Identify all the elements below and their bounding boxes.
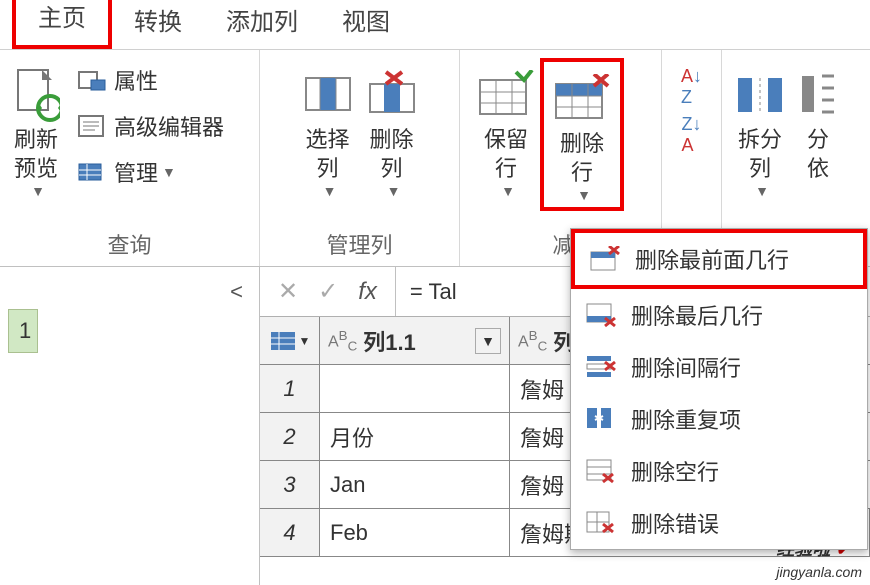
remove-top-icon [587,244,623,274]
editor-icon [76,112,108,140]
tab-home[interactable]: 主页 [12,0,112,49]
choose-columns-button[interactable]: 选择 列 ▼ [296,58,360,203]
table-icon [269,330,297,352]
remove-rows-button[interactable]: 删除 行 ▼ [540,58,624,211]
split-icon [734,62,786,126]
row-number[interactable]: 4 [260,509,320,556]
refresh-icon [12,62,60,126]
remove-columns-button[interactable]: 删除 列 ▼ [360,58,424,203]
group-label-manage-cols: 管理列 [266,222,453,262]
select-all-cell[interactable]: ▼ [260,317,320,364]
formula-cancel-button[interactable]: ✕ [278,277,298,306]
remove-alternate-icon [583,352,619,382]
formula-confirm-button[interactable]: ✓ [318,277,338,306]
group-manage-columns: 选择 列 ▼ 删除 列 ▼ 管理列 [260,50,460,266]
chevron-down-icon: ▼ [387,183,401,199]
manage-icon [76,158,108,186]
menu-remove-blank-rows[interactable]: 删除空行 [571,445,867,497]
chevron-down-icon: ▼ [501,183,515,199]
query-list-item[interactable]: 1 [8,309,38,353]
queries-pane: < 1 [0,267,260,585]
manage-button[interactable]: 管理 ▼ [70,150,230,194]
cell[interactable] [320,365,510,412]
remove-bottom-icon [583,300,619,330]
keep-rows-icon [478,62,534,126]
menu-remove-duplicates[interactable]: 删除重复项 [571,393,867,445]
remove-blank-icon [583,456,619,486]
cell[interactable]: Feb [320,509,510,556]
collapse-pane-button[interactable]: < [8,275,251,309]
row-number[interactable]: 2 [260,413,320,460]
chevron-down-icon: ▼ [577,187,591,203]
abc-icon: ABC [328,328,357,354]
chevron-down-icon: ▼ [323,183,337,199]
chevron-down-icon: ▼ [162,164,176,180]
refresh-preview-button[interactable]: 刷新 预览 ▼ [6,58,66,203]
cell[interactable]: Jan [320,461,510,508]
remove-errors-icon [583,508,619,538]
chevron-down-icon: ▼ [755,183,769,199]
remove-duplicates-icon [583,404,619,434]
abc-icon: ABC [518,328,547,354]
split-column-button[interactable]: 拆分 列 ▼ [728,58,792,203]
advanced-editor-button[interactable]: 高级编辑器 [70,104,230,148]
menu-remove-bottom-rows[interactable]: 删除最后几行 [571,289,867,341]
group-icon [798,62,838,126]
ribbon-tabs: 主页 转换 添加列 视图 [0,0,870,50]
column-header-1[interactable]: ABC 列1.1 ▼ [320,317,510,364]
sort-za-button[interactable]: Z↓A [682,114,702,156]
menu-remove-top-rows[interactable]: 删除最前面几行 [571,229,867,289]
remove-columns-icon [366,62,418,126]
group-query: 刷新 预览 ▼ 属性 高级编辑器 管理 ▼ 查询 [0,50,260,266]
properties-icon [76,66,108,94]
menu-remove-errors[interactable]: 删除错误 [571,497,867,549]
remove-rows-icon [554,66,610,130]
chevron-down-icon: ▼ [31,183,45,199]
tab-add-column[interactable]: 添加列 [204,0,320,49]
sort-az-button[interactable]: A↓Z [681,66,702,108]
cell[interactable]: 月份 [320,413,510,460]
row-number[interactable]: 3 [260,461,320,508]
properties-button[interactable]: 属性 [70,58,230,102]
fx-label: fx [358,278,377,306]
remove-rows-menu: 删除最前面几行 删除最后几行 删除间隔行 删除重复项 删除空行 删除错误 [570,228,868,550]
tab-transform[interactable]: 转换 [112,0,204,49]
menu-remove-alternate-rows[interactable]: 删除间隔行 [571,341,867,393]
group-by-button[interactable]: 分 依 [792,58,844,187]
row-number[interactable]: 1 [260,365,320,412]
filter-button[interactable]: ▼ [475,328,501,354]
choose-columns-icon [302,62,354,126]
keep-rows-button[interactable]: 保留 行 ▼ [472,58,540,203]
group-label-query: 查询 [6,222,253,262]
tab-view[interactable]: 视图 [320,0,412,49]
